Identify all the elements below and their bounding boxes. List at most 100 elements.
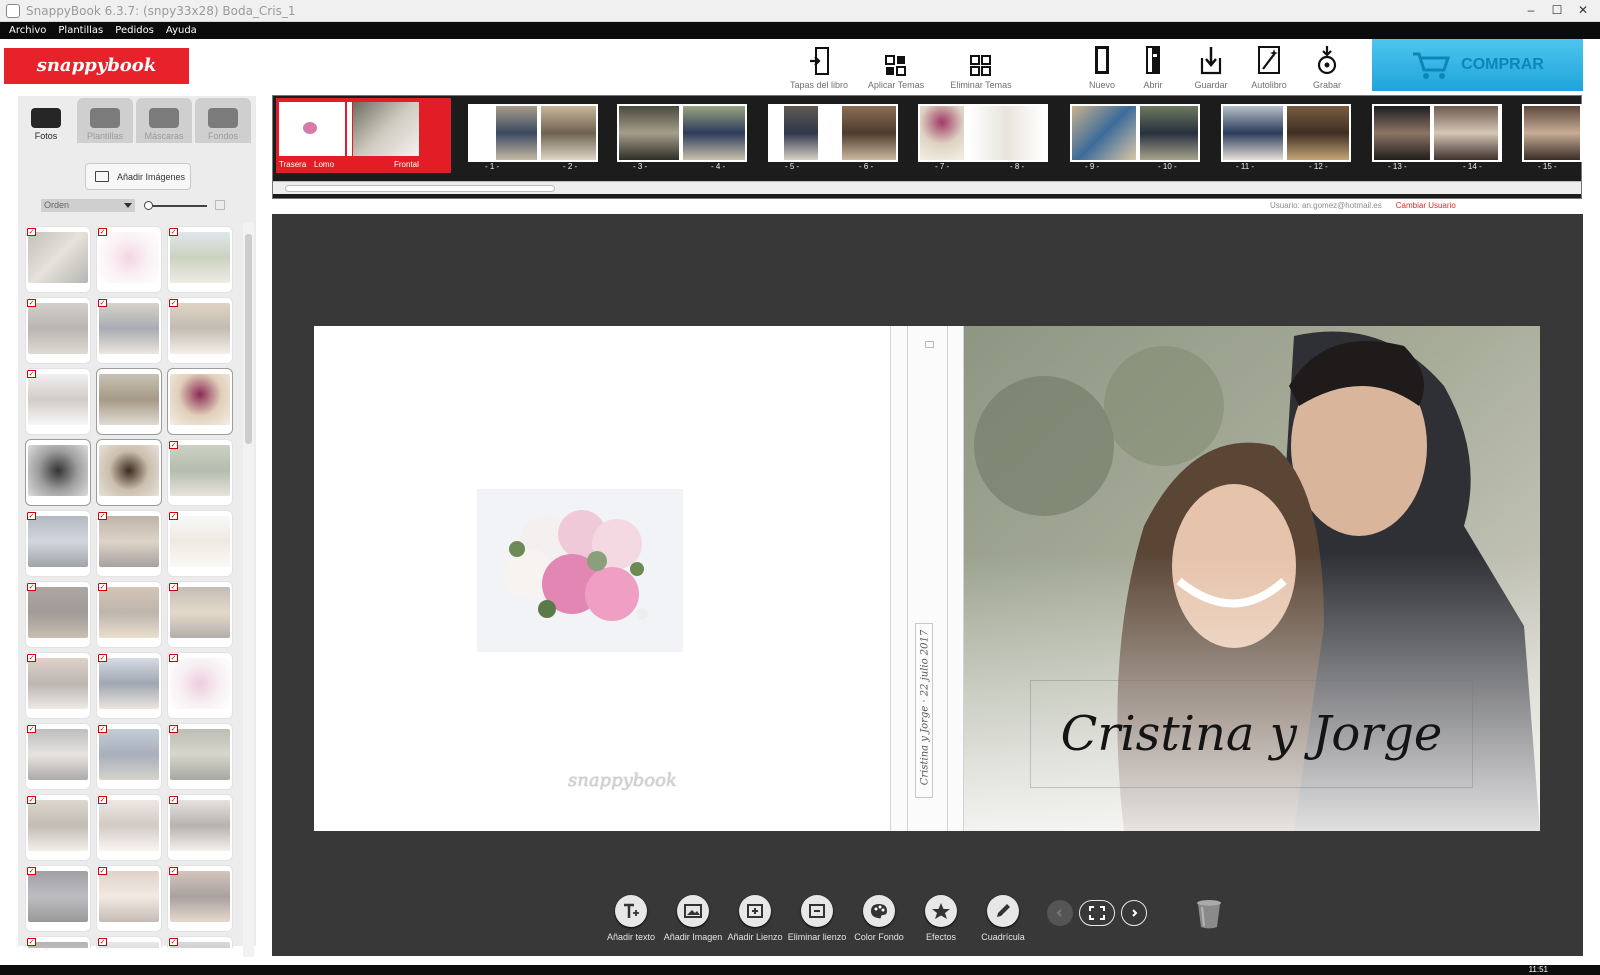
new-button[interactable]: Nuevo — [1080, 42, 1124, 90]
filmstrip-scrollbar-thumb[interactable] — [285, 185, 555, 192]
next-page-button[interactable] — [1121, 900, 1147, 926]
photo-thumb[interactable]: ✓ — [167, 510, 233, 577]
photo-thumb[interactable] — [96, 439, 162, 506]
photo-thumb[interactable]: ✓ — [167, 794, 233, 861]
open-label: Abrir — [1143, 80, 1163, 90]
spine-marker-icon — [925, 341, 934, 348]
sort-select-value: Orden — [44, 200, 70, 210]
cover-thumb[interactable]: Trasera Lomo Frontal — [276, 98, 451, 173]
photo-thumb[interactable]: ✓ — [96, 510, 162, 577]
photo-thumb[interactable] — [167, 368, 233, 435]
cover-button[interactable]: Tapas del libro — [783, 42, 855, 90]
photo-thumb[interactable]: ✓ — [96, 865, 162, 932]
photo-thumb[interactable]: ✓ — [25, 226, 91, 293]
tab-mascaras[interactable]: Máscaras — [136, 98, 192, 143]
spread-7-8[interactable] — [918, 104, 1048, 162]
menu-ayuda[interactable]: Ayuda — [166, 25, 197, 36]
left-scrollbar[interactable] — [243, 222, 254, 957]
minimize-button[interactable]: – — [1520, 2, 1542, 18]
spread-1-2[interactable] — [468, 104, 598, 162]
grid-button[interactable]: Cuadrícula — [972, 895, 1034, 942]
check-icon: ✓ — [27, 654, 36, 662]
check-icon: ✓ — [27, 938, 36, 946]
menu-pedidos[interactable]: Pedidos — [115, 25, 154, 36]
slider-knob[interactable] — [144, 201, 153, 210]
remove-themes-button[interactable]: Eliminar Temas — [937, 42, 1025, 90]
effects-button[interactable]: Efectos — [910, 895, 972, 942]
photo-thumb[interactable]: ✓ — [25, 368, 91, 435]
photo-thumb[interactable]: ✓ — [167, 581, 233, 648]
file-toolbar: Nuevo Abrir Guardar Autolibro Grabar — [1080, 42, 1356, 90]
sort-select[interactable]: Orden — [41, 199, 135, 212]
bouquet-image — [504, 510, 648, 621]
check-icon: ✓ — [169, 299, 178, 307]
grid-icon — [885, 55, 906, 76]
bouquet-photo[interactable] — [477, 489, 683, 652]
add-images-button[interactable]: Añadir Imágenes — [85, 163, 191, 190]
change-user-link[interactable]: Cambiar Usuario — [1396, 201, 1456, 210]
tab-plantillas[interactable]: Plantillas — [77, 98, 133, 143]
remove-canvas-button[interactable]: Eliminar lienzo — [786, 895, 848, 942]
snappybook-logo: snappybook — [4, 48, 189, 84]
tab-fotos[interactable]: Fotos — [18, 98, 74, 143]
fit-screen-button[interactable] — [1079, 900, 1115, 926]
spread-5-6[interactable] — [768, 104, 898, 162]
cover-title-box[interactable]: Cristina y Jorge — [1030, 680, 1473, 788]
apply-themes-button[interactable]: Aplicar Temas — [855, 42, 937, 90]
photo-thumb[interactable]: ✓ — [167, 439, 233, 506]
photo-thumb[interactable]: ✓ — [167, 226, 233, 293]
add-image-button[interactable]: Añadir Imagen — [662, 895, 724, 942]
photo-thumb[interactable]: ✓ — [25, 581, 91, 648]
prev-page-button[interactable] — [1047, 900, 1073, 926]
burn-button[interactable]: Grabar — [1298, 42, 1356, 90]
menu-archivo[interactable]: Archivo — [9, 25, 46, 36]
spread-13-14[interactable] — [1372, 104, 1502, 162]
autobook-button[interactable]: Autolibro — [1240, 42, 1298, 90]
photo-thumb[interactable]: ✓ — [96, 581, 162, 648]
close-button[interactable]: ✕ — [1572, 2, 1594, 18]
photo-thumb[interactable]: ✓ — [167, 723, 233, 790]
left-scrollbar-thumb[interactable] — [245, 234, 252, 444]
bg-color-button[interactable]: Color Fondo — [848, 895, 910, 942]
clock: 11:51 — [1528, 965, 1548, 974]
spread-3-4[interactable] — [617, 104, 747, 162]
photo-thumb[interactable] — [96, 368, 162, 435]
photo-thumb[interactable]: ✓ — [96, 297, 162, 364]
photo-thumb[interactable]: ✓ — [96, 794, 162, 861]
photo-thumb[interactable] — [25, 439, 91, 506]
page-label: - 2 - — [563, 162, 578, 171]
photo-thumb[interactable]: ✓ — [96, 936, 162, 948]
photo-thumb[interactable]: ✓ — [96, 723, 162, 790]
buy-button[interactable]: COMPRAR — [1372, 39, 1583, 91]
photo-thumb[interactable]: ✓ — [25, 865, 91, 932]
photo-thumb[interactable]: ✓ — [167, 936, 233, 948]
photo-thumb[interactable]: ✓ — [25, 652, 91, 719]
new-book-icon — [1095, 46, 1109, 74]
photo-thumb[interactable]: ✓ — [167, 652, 233, 719]
delete-button[interactable] — [1195, 898, 1223, 935]
save-button[interactable]: Guardar — [1182, 42, 1240, 90]
photo-thumb[interactable]: ✓ — [25, 510, 91, 577]
photo-thumb[interactable]: ✓ — [25, 794, 91, 861]
spread-15[interactable] — [1522, 104, 1582, 162]
photo-thumb[interactable]: ✓ — [25, 297, 91, 364]
photo-thumb[interactable]: ✓ — [25, 936, 91, 948]
page-label: - 13 - — [1388, 162, 1407, 171]
maximize-button[interactable]: ☐ — [1546, 2, 1568, 18]
spread-9-10[interactable] — [1070, 104, 1200, 162]
photo-thumb[interactable]: ✓ — [96, 226, 162, 293]
add-image-label: Añadir Imagen — [663, 932, 723, 942]
photo-thumb[interactable]: ✓ — [167, 865, 233, 932]
spread-11-12[interactable] — [1221, 104, 1351, 162]
add-canvas-button[interactable]: Añadir Lienzo — [724, 895, 786, 942]
add-text-button[interactable]: Añadir texto — [600, 895, 662, 942]
photo-thumb[interactable]: ✓ — [96, 652, 162, 719]
photo-thumb[interactable]: ✓ — [25, 723, 91, 790]
thumbnail-size-slider[interactable] — [144, 201, 207, 210]
tab-fondos[interactable]: Fondos — [195, 98, 251, 143]
open-button[interactable]: Abrir — [1124, 42, 1182, 90]
photo-thumb[interactable]: ✓ — [167, 297, 233, 364]
check-icon: ✓ — [27, 370, 36, 378]
filmstrip-scrollbar[interactable] — [273, 181, 1581, 194]
menu-plantillas[interactable]: Plantillas — [58, 25, 103, 36]
